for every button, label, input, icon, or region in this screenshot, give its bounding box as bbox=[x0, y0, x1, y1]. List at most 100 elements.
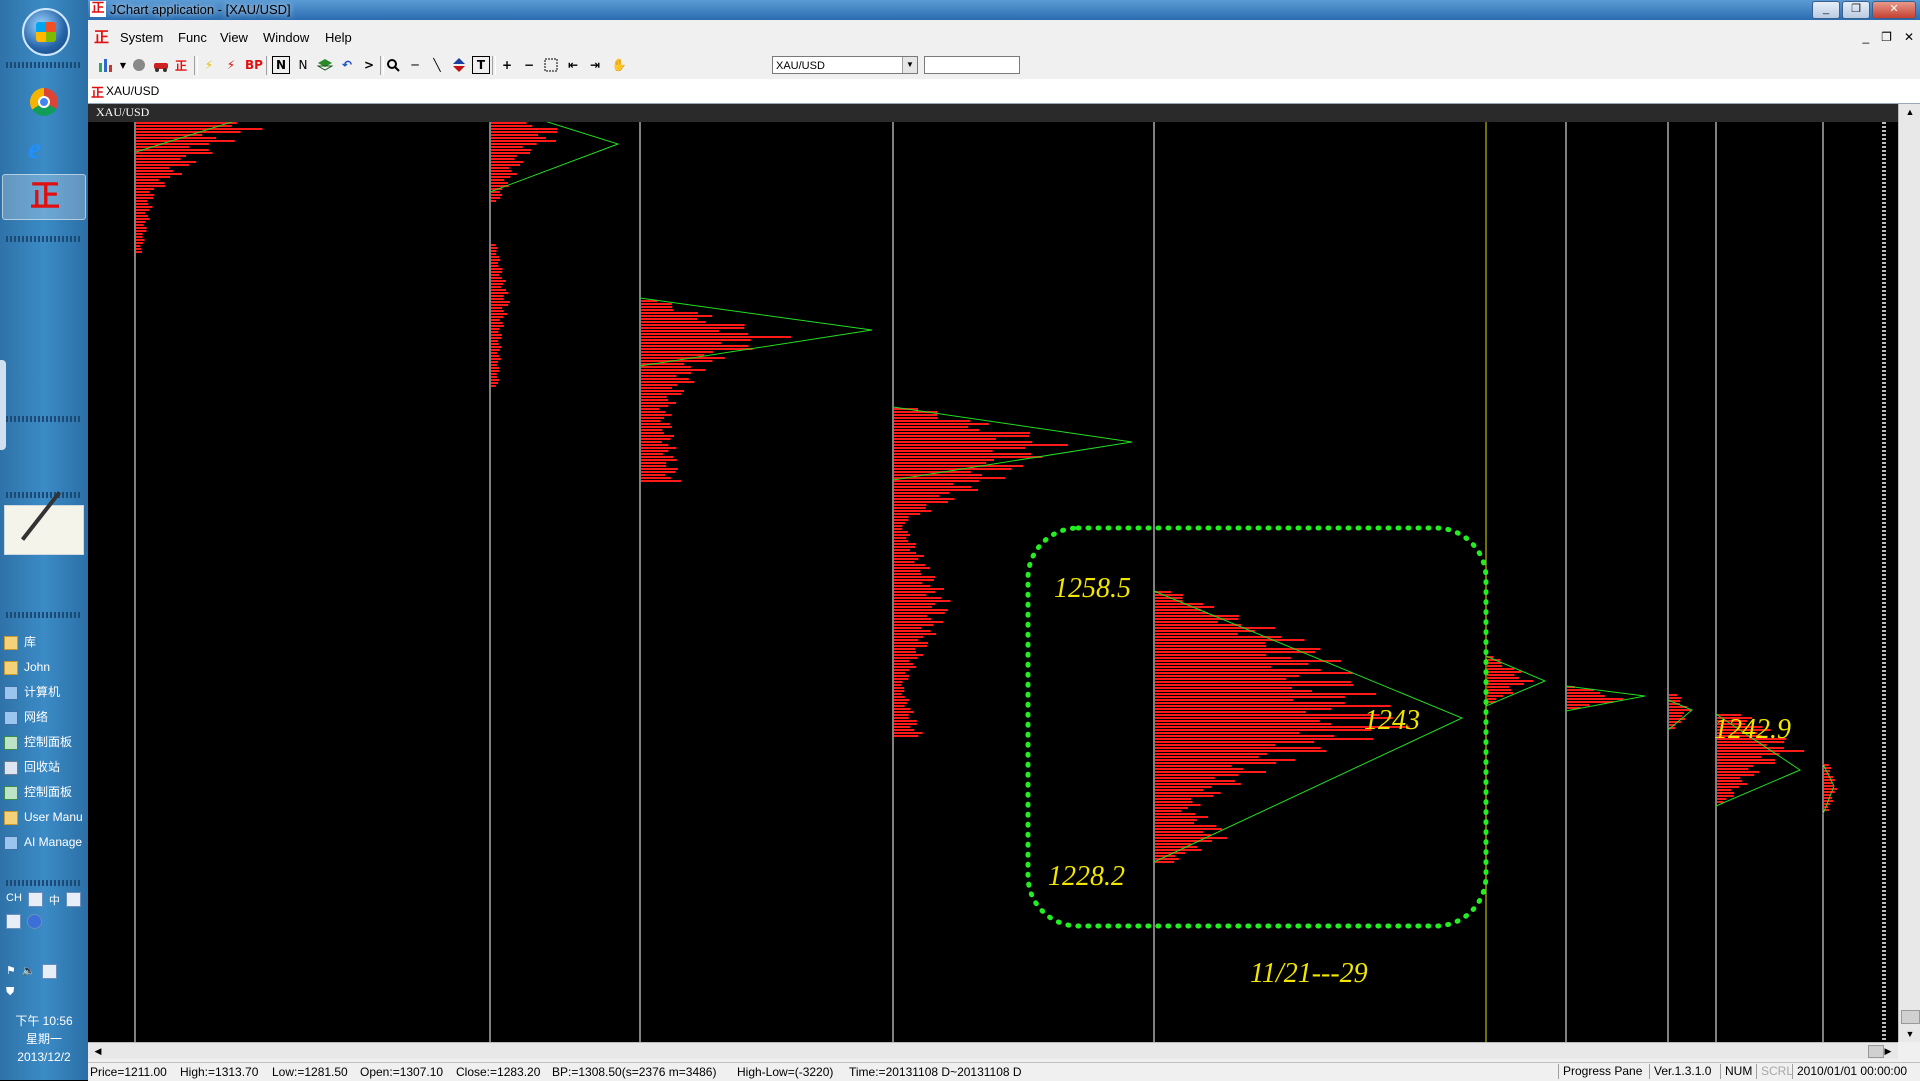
restore-button[interactable]: ❐ bbox=[1842, 1, 1870, 19]
window-title: JChart application - [XAU/USD] bbox=[110, 2, 291, 17]
keyboard-icon[interactable] bbox=[6, 914, 21, 929]
chart-type-button[interactable] bbox=[96, 56, 114, 74]
desktop-item[interactable]: User Manu bbox=[4, 805, 88, 830]
trend-line-icon[interactable]: ╲ bbox=[428, 56, 446, 74]
volume-icon[interactable]: 🔈 bbox=[22, 964, 36, 979]
zoom-in-button[interactable]: + bbox=[498, 56, 516, 74]
status-progress-pane: Progress Pane bbox=[1558, 1064, 1646, 1079]
taskbar-grip[interactable] bbox=[6, 236, 82, 242]
ime-mode-icon[interactable] bbox=[27, 892, 43, 907]
taskbar-jchart-button[interactable]: 正 bbox=[2, 174, 86, 220]
desktop-toolbar-list: 库 John 计算机 网络 控制面板 回收站 控制面板 User Manu AI… bbox=[4, 630, 88, 855]
horizontal-scrollbar[interactable]: ◀ ▶ bbox=[88, 1042, 1898, 1059]
chart-area[interactable]: 1258.5 1243 1228.2 11/21---29 1242.9 XAU/USD bbox=[88, 104, 1898, 1042]
menu-view[interactable]: View bbox=[220, 30, 248, 45]
security-shield-icon[interactable]: ⛊ bbox=[6, 986, 14, 999]
ime-indicator[interactable]: 中 bbox=[49, 892, 60, 908]
mdi-minimize-button[interactable]: _ bbox=[1862, 30, 1869, 44]
hand-pan-icon[interactable]: ✋ bbox=[610, 56, 628, 74]
app-logo-icon[interactable]: 正 bbox=[90, 1, 106, 17]
language-indicator[interactable]: CH bbox=[6, 892, 22, 908]
close-button[interactable]: ✕ bbox=[1872, 1, 1916, 19]
desktop-item[interactable]: John bbox=[4, 655, 88, 680]
status-scrl: SCRL bbox=[1756, 1064, 1797, 1079]
scroll-left-icon[interactable]: ⇤ bbox=[564, 56, 582, 74]
desktop-item[interactable]: 控制面板 bbox=[4, 780, 88, 805]
start-button[interactable] bbox=[22, 8, 70, 56]
document-logo-icon[interactable]: 正 bbox=[94, 28, 110, 46]
zoom-out-button[interactable]: − bbox=[520, 56, 538, 74]
toolbar-input[interactable] bbox=[924, 56, 1020, 74]
taskbar-grip[interactable] bbox=[6, 880, 82, 886]
desktop-item[interactable]: 库 bbox=[4, 630, 88, 655]
car-icon[interactable] bbox=[152, 56, 170, 74]
undo-icon[interactable]: ↶ bbox=[338, 56, 356, 74]
taskbar-clock[interactable]: 下午 10:56 星期一 2013/12/2 bbox=[0, 1012, 88, 1066]
menu-func[interactable]: Func bbox=[178, 30, 207, 45]
annotation-date-range: 11/21---29 bbox=[1250, 958, 1368, 989]
n-button[interactable]: N bbox=[272, 56, 290, 74]
clock-time: 下午 10:56 bbox=[15, 1014, 73, 1028]
minimize-button[interactable]: _ bbox=[1812, 1, 1840, 19]
fibonacci-icon[interactable] bbox=[450, 56, 468, 74]
desktop-item[interactable]: AI Manage bbox=[4, 830, 88, 855]
tablet-input-pen-icon[interactable] bbox=[4, 505, 84, 555]
ime-settings-icon[interactable] bbox=[65, 892, 81, 907]
horizontal-line-icon[interactable]: ─ bbox=[406, 56, 424, 74]
layer-icon[interactable] bbox=[316, 56, 334, 74]
symbol-select[interactable]: XAU/USD ▼ bbox=[772, 56, 918, 74]
network-tray-icon[interactable] bbox=[41, 964, 57, 979]
app-icon bbox=[4, 835, 18, 850]
taskbar-chrome-button[interactable] bbox=[2, 80, 84, 124]
status-version: Ver.1.3.1.0 bbox=[1649, 1064, 1715, 1079]
symbol-input[interactable]: XAU/USD bbox=[106, 84, 159, 98]
desktop-item-label: 回收站 bbox=[24, 760, 61, 774]
desktop-item[interactable]: 回收站 bbox=[4, 755, 88, 780]
toolbar-separator bbox=[194, 56, 198, 75]
desktop-item[interactable]: 网络 bbox=[4, 705, 88, 730]
status-open: Open:=1307.10 bbox=[360, 1065, 444, 1079]
scroll-right-icon[interactable]: ⇥ bbox=[586, 56, 604, 74]
scroll-right-arrow-icon[interactable]: ▶ bbox=[1880, 1043, 1896, 1059]
mdi-close-button[interactable]: ✕ bbox=[1904, 30, 1914, 44]
lightning-red-icon[interactable]: ⚡ bbox=[222, 56, 240, 74]
help-icon[interactable] bbox=[27, 914, 42, 929]
side-handle[interactable] bbox=[0, 360, 6, 450]
tpo-profile bbox=[491, 244, 510, 387]
taskbar-ie-button[interactable]: e bbox=[2, 127, 84, 171]
taskbar-grip[interactable] bbox=[6, 416, 82, 422]
record-button[interactable] bbox=[130, 56, 148, 74]
menu-window[interactable]: Window bbox=[263, 30, 309, 45]
desktop-item-label: John bbox=[24, 660, 51, 674]
logo-button[interactable]: 正 bbox=[172, 56, 190, 74]
title-bar[interactable]: 正 JChart application - [XAU/USD] _ ❐ ✕ bbox=[88, 0, 1920, 20]
flag-icon[interactable]: ⚑ bbox=[6, 964, 16, 979]
taskbar-grip[interactable] bbox=[6, 612, 82, 618]
lightning-yellow-icon[interactable]: ⚡ bbox=[200, 56, 218, 74]
toolbar-separator bbox=[266, 56, 270, 75]
bp-button[interactable]: BP bbox=[242, 56, 266, 74]
chevron-down-icon[interactable]: ▼ bbox=[902, 57, 917, 73]
scroll-left-arrow-icon[interactable]: ◀ bbox=[90, 1043, 106, 1059]
status-close: Close:=1283.20 bbox=[456, 1065, 541, 1079]
desktop-item-label: AI Manage bbox=[24, 835, 83, 849]
text-tool-button[interactable]: T bbox=[472, 56, 490, 74]
n-outline-icon[interactable]: N bbox=[294, 56, 312, 74]
desktop-item[interactable]: 控制面板 bbox=[4, 730, 88, 755]
desktop-item[interactable]: 计算机 bbox=[4, 680, 88, 705]
taskbar-grip[interactable] bbox=[6, 62, 82, 68]
menu-system[interactable]: System bbox=[120, 30, 163, 45]
zoom-icon[interactable] bbox=[384, 56, 402, 74]
scroll-up-icon[interactable]: ▲ bbox=[1901, 104, 1919, 120]
annotation-right-poc: 1242.9 bbox=[1714, 714, 1791, 745]
menu-help[interactable]: Help bbox=[325, 30, 352, 45]
market-profile-chart[interactable]: 1258.5 1243 1228.2 11/21---29 1242.9 bbox=[88, 104, 1898, 1042]
annotation-high: 1258.5 bbox=[1054, 573, 1131, 604]
scroll-down-icon[interactable]: ▼ bbox=[1901, 1026, 1919, 1042]
vertical-scrollbar[interactable]: ▲ ▼ bbox=[1898, 104, 1920, 1042]
select-region-icon[interactable] bbox=[542, 56, 560, 74]
taskbar-grip[interactable] bbox=[6, 492, 82, 498]
vertical-scroll-thumb[interactable] bbox=[1901, 1010, 1920, 1024]
mdi-restore-button[interactable]: ❐ bbox=[1881, 30, 1892, 44]
cursor-forward-icon[interactable]: > bbox=[360, 56, 378, 74]
